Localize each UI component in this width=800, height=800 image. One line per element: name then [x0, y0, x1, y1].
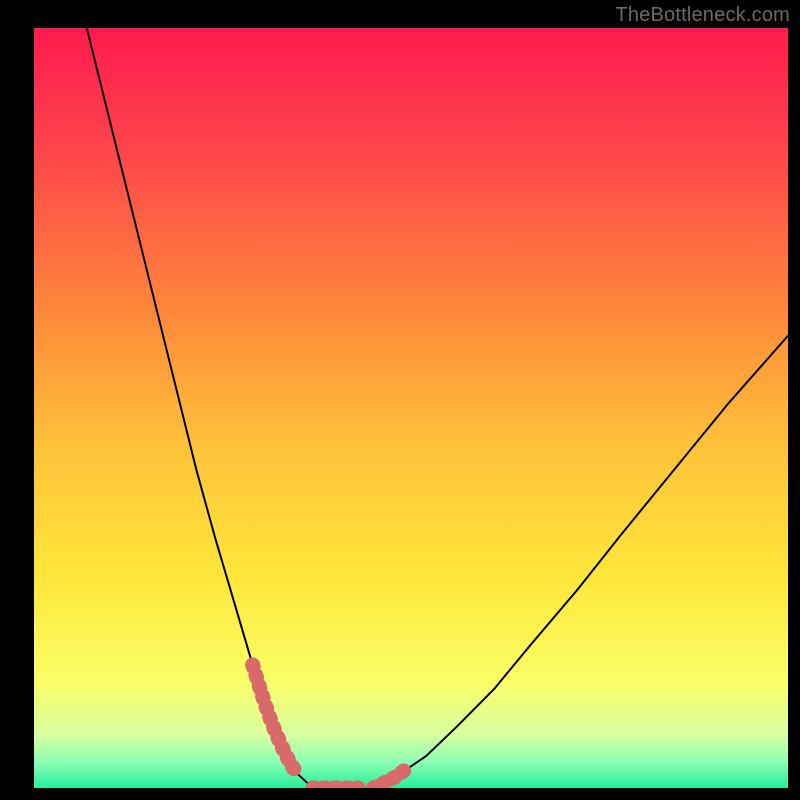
plot-area — [34, 28, 788, 788]
chart-svg — [0, 0, 800, 800]
chart-container: TheBottleneck.com — [0, 0, 800, 800]
watermark-text: TheBottleneck.com — [615, 4, 790, 27]
